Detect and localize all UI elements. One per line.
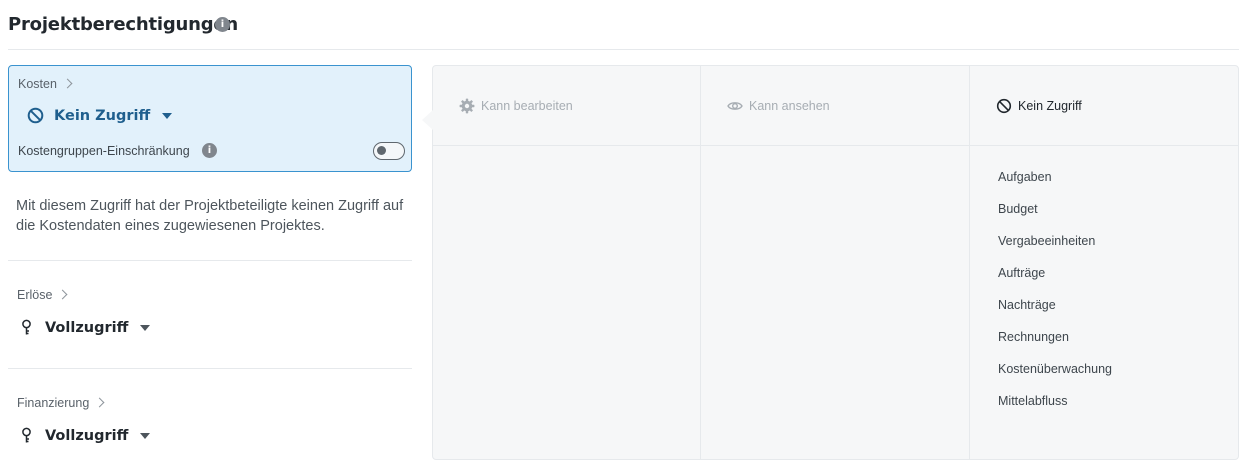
costs-access-dropdown[interactable]: Kein Zugriff: [27, 107, 173, 124]
costs-section-link[interactable]: Kosten: [18, 77, 73, 91]
column-header-can-view[interactable]: Kann ansehen: [701, 66, 969, 146]
page-header: Projektberechtigungen i: [8, 12, 1239, 50]
access-description: Mit diesem Zugriff hat der Projektbeteil…: [16, 198, 404, 234]
cost-group-restriction-label: Kostengruppen-Einschränkung: [18, 144, 190, 158]
info-icon[interactable]: i: [215, 17, 230, 32]
financing-label: Finanzierung: [17, 396, 90, 410]
column-can-edit: Kann bearbeiten: [433, 66, 701, 459]
column-no-access: Kein Zugriff Aufgaben Budget Vergabeeinh…: [970, 66, 1238, 459]
list-item: Rechnungen: [998, 330, 1069, 344]
chevron-right-icon: [94, 397, 105, 408]
financing-access-dropdown[interactable]: Vollzugriff: [18, 427, 151, 444]
no-access-item-list: Aufgaben Budget Vergabeeinheiten Aufträg…: [998, 169, 1112, 425]
revenue-access-dropdown[interactable]: Vollzugriff: [18, 319, 151, 336]
no-access-icon: [27, 107, 44, 124]
no-access-icon: [996, 98, 1012, 114]
toggle-knob: [377, 146, 386, 155]
card-pointer-arrow: [422, 110, 433, 130]
chevron-right-icon: [62, 78, 73, 89]
chevron-down-icon: [140, 324, 151, 331]
chevron-down-icon: [162, 112, 173, 119]
column-can-view: Kann ansehen: [701, 66, 970, 459]
list-item: Vergabeeinheiten: [998, 234, 1096, 248]
cost-group-restriction-toggle[interactable]: [373, 142, 405, 160]
list-item: Nachträge: [998, 298, 1056, 312]
key-icon: [18, 427, 35, 444]
column-header-label: Kann ansehen: [749, 98, 830, 113]
costs-label: Kosten: [18, 77, 57, 91]
costs-access-value: Kein Zugriff: [54, 107, 151, 124]
list-item: Aufträge: [998, 266, 1046, 280]
financing-section-link[interactable]: Finanzierung: [17, 396, 105, 410]
permission-detail-panel: Kann bearbeiten Kann ansehen Kein Zugrif…: [432, 65, 1239, 460]
page-title: Projektberechtigungen: [8, 14, 239, 35]
column-header-can-edit[interactable]: Kann bearbeiten: [433, 66, 700, 146]
list-item: Aufgaben: [998, 170, 1052, 184]
eye-icon: [727, 98, 743, 114]
financing-access-value: Vollzugriff: [45, 427, 129, 444]
list-item: Kostenüberwachung: [998, 362, 1112, 376]
gear-icon: [459, 98, 475, 114]
divider: [8, 368, 412, 369]
chevron-right-icon: [57, 289, 68, 300]
list-item: Budget: [998, 202, 1038, 216]
revenue-access-value: Vollzugriff: [45, 319, 129, 336]
divider: [8, 260, 412, 261]
costs-permission-card[interactable]: Kosten Kein Zugriff Kostengruppen-Einsch…: [8, 65, 412, 172]
column-header-no-access[interactable]: Kein Zugriff: [970, 66, 1238, 146]
list-item: Mittelabfluss: [998, 394, 1068, 408]
revenue-section-link[interactable]: Erlöse: [17, 288, 68, 302]
chevron-down-icon: [140, 432, 151, 439]
column-header-label: Kein Zugriff: [1018, 98, 1082, 113]
info-icon[interactable]: i: [202, 143, 217, 158]
column-header-label: Kann bearbeiten: [481, 98, 573, 113]
key-icon: [18, 319, 35, 336]
revenue-label: Erlöse: [17, 288, 53, 302]
